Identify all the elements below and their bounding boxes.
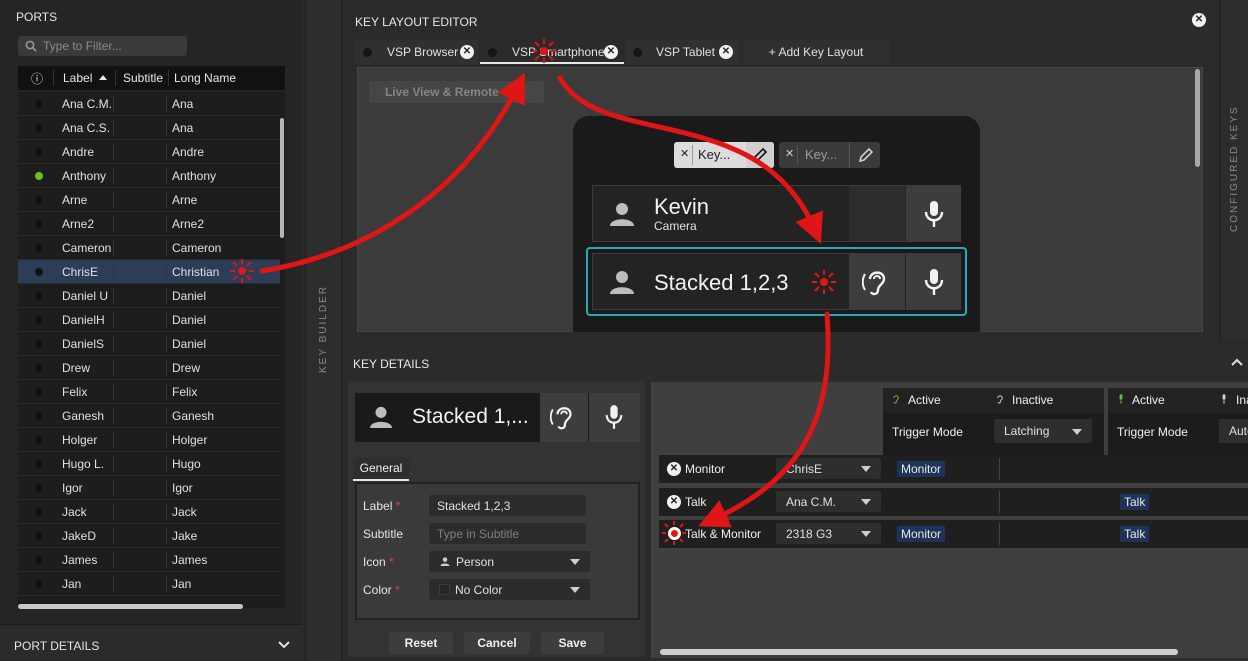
click-burst-icon — [662, 521, 686, 545]
annotation-arrow — [557, 75, 823, 244]
click-burst-icon — [812, 270, 836, 294]
click-burst-icon — [230, 259, 254, 283]
annotation-arrow — [698, 311, 831, 528]
annotation-arrow — [259, 72, 525, 274]
click-burst-icon — [532, 39, 556, 63]
annotation-overlay — [230, 39, 836, 545]
